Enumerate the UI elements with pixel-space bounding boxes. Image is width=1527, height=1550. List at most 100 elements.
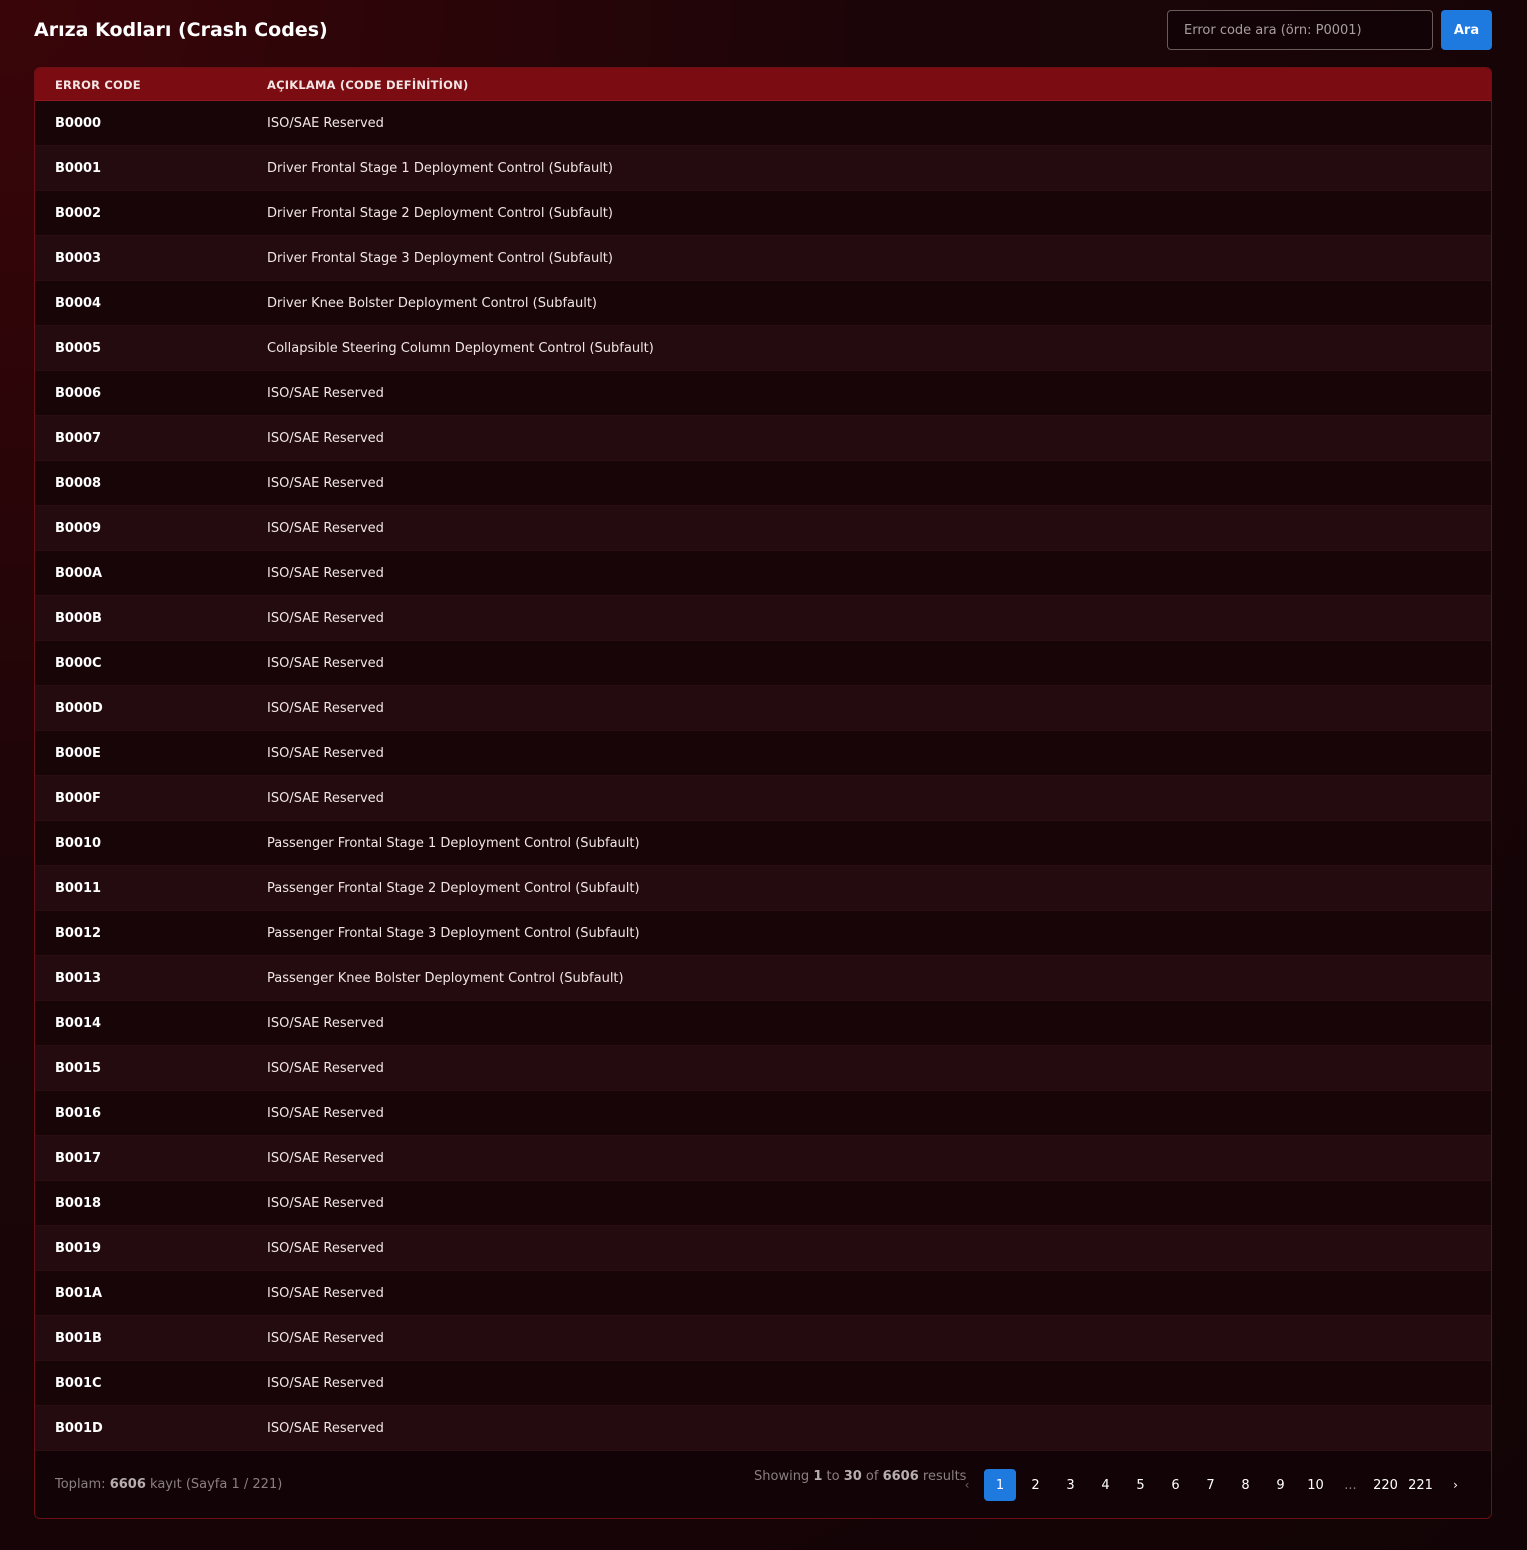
- table-row[interactable]: B0011 Passenger Frontal Stage 2 Deploymen…: [35, 866, 1491, 911]
- error-code-cell: B0003: [55, 251, 102, 266]
- description-cell: ISO/SAE Reserved: [267, 791, 384, 806]
- table-body: B0000 ISO/SAE Reserved B0001 Driver Frontal…: [35, 101, 1491, 1451]
- error-code-cell: B000D: [55, 701, 103, 716]
- pagination-page-9[interactable]: 9: [1263, 1469, 1298, 1501]
- table-row[interactable]: B0012 Passenger Frontal Stage 3 Deploymen…: [35, 911, 1491, 956]
- description-cell: ISO/SAE Reserved: [267, 1421, 384, 1436]
- column-header-error-code[interactable]: ERROR CODE: [55, 78, 141, 92]
- table-row[interactable]: B001D ISO/SAE Reserved: [35, 1406, 1491, 1451]
- pagination-page-4[interactable]: 4: [1088, 1469, 1123, 1501]
- table-row[interactable]: B001A ISO/SAE Reserved: [35, 1271, 1491, 1316]
- table-row[interactable]: B000E ISO/SAE Reserved: [35, 731, 1491, 776]
- description-cell: Passenger Knee Bolster Deployment Contro…: [267, 971, 624, 986]
- description-cell: Driver Frontal Stage 3 Deployment Contro…: [267, 251, 613, 266]
- error-code-cell: B0004: [55, 296, 102, 311]
- description-cell: ISO/SAE Reserved: [267, 116, 384, 131]
- total-count: 6606: [109, 1477, 146, 1492]
- pagination-next-button[interactable]: ›: [1438, 1469, 1473, 1501]
- pagination-prev-button[interactable]: ‹: [953, 1469, 981, 1501]
- error-code-cell: B0001: [55, 161, 102, 176]
- description-cell: Driver Knee Bolster Deployment Control (…: [267, 296, 598, 311]
- page-title: Arıza Kodları (Crash Codes): [34, 19, 328, 41]
- description-cell: Collapsible Steering Column Deployment C…: [267, 341, 654, 356]
- pagination-ellipsis: ...: [1344, 1477, 1357, 1493]
- error-code-cell: B0006: [55, 386, 102, 401]
- table-row[interactable]: B0018 ISO/SAE Reserved: [35, 1181, 1491, 1226]
- description-cell: Driver Frontal Stage 1 Deployment Contro…: [267, 161, 613, 176]
- table-row[interactable]: B000B ISO/SAE Reserved: [35, 596, 1491, 641]
- table-row[interactable]: B0017 ISO/SAE Reserved: [35, 1136, 1491, 1181]
- error-code-cell: B001A: [55, 1286, 103, 1301]
- description-cell: ISO/SAE Reserved: [267, 386, 384, 401]
- description-cell: ISO/SAE Reserved: [267, 1016, 384, 1031]
- pagination-page-6[interactable]: 6: [1158, 1469, 1193, 1501]
- table-row[interactable]: B0010 Passenger Frontal Stage 1 Deploymen…: [35, 821, 1491, 866]
- description-cell: Passenger Frontal Stage 2 Deployment Con…: [267, 881, 640, 896]
- pagination-page-8[interactable]: 8: [1228, 1469, 1263, 1501]
- description-cell: ISO/SAE Reserved: [267, 1151, 384, 1166]
- table-row[interactable]: B000C ISO/SAE Reserved: [35, 641, 1491, 686]
- error-code-cell: B0011: [55, 881, 102, 896]
- pagination-page-1[interactable]: 1: [984, 1469, 1016, 1501]
- table-row[interactable]: B001B ISO/SAE Reserved: [35, 1316, 1491, 1361]
- description-cell: Driver Frontal Stage 2 Deployment Contro…: [267, 206, 613, 221]
- table-row[interactable]: B0015 ISO/SAE Reserved: [35, 1046, 1491, 1091]
- table-row[interactable]: B0001 Driver Frontal Stage 1 Deployment C…: [35, 146, 1491, 191]
- description-cell: ISO/SAE Reserved: [267, 1331, 384, 1346]
- table-row[interactable]: B0014 ISO/SAE Reserved: [35, 1001, 1491, 1046]
- table-header: ERROR CODE AÇIKLAMA (CODE DEFİNİTİON): [35, 68, 1491, 101]
- table-row[interactable]: B0016 ISO/SAE Reserved: [35, 1091, 1491, 1136]
- pagination-page-3[interactable]: 3: [1053, 1469, 1088, 1501]
- description-cell: ISO/SAE Reserved: [267, 746, 384, 761]
- error-code-cell: B0016: [55, 1106, 102, 1121]
- table-row[interactable]: B0002 Driver Frontal Stage 2 Deployment C…: [35, 191, 1491, 236]
- error-code-cell: B0014: [55, 1016, 102, 1031]
- error-code-cell: B0008: [55, 476, 102, 491]
- error-code-cell: B0000: [55, 116, 102, 131]
- top-bar: Arıza Kodları (Crash Codes) Ara: [34, 10, 1492, 50]
- error-code-cell: B0005: [55, 341, 102, 356]
- search-button[interactable]: Ara: [1441, 10, 1492, 50]
- pagination-page-7[interactable]: 7: [1193, 1469, 1228, 1501]
- error-code-cell: B000C: [55, 656, 102, 671]
- table-row[interactable]: B000F ISO/SAE Reserved: [35, 776, 1491, 821]
- pagination-page-5[interactable]: 5: [1123, 1469, 1158, 1501]
- description-cell: ISO/SAE Reserved: [267, 1196, 384, 1211]
- table-row[interactable]: B0003 Driver Frontal Stage 3 Deployment C…: [35, 236, 1491, 281]
- search-input[interactable]: [1167, 10, 1433, 50]
- table-row[interactable]: B000D ISO/SAE Reserved: [35, 686, 1491, 731]
- error-code-cell: B0013: [55, 971, 102, 986]
- description-cell: ISO/SAE Reserved: [267, 1106, 384, 1121]
- showing-results-text: Showing 1 to 30 of 6606 results: [754, 1469, 967, 1484]
- description-cell: ISO/SAE Reserved: [267, 656, 384, 671]
- table-row[interactable]: B0006 ISO/SAE Reserved: [35, 371, 1491, 416]
- error-code-cell: B000F: [55, 791, 101, 806]
- error-code-cell: B0007: [55, 431, 102, 446]
- table-row[interactable]: B001C ISO/SAE Reserved: [35, 1361, 1491, 1406]
- error-code-cell: B0009: [55, 521, 102, 536]
- error-code-cell: B001C: [55, 1376, 102, 1391]
- pagination-page-2[interactable]: 2: [1018, 1469, 1053, 1501]
- table-row[interactable]: B000A ISO/SAE Reserved: [35, 551, 1491, 596]
- error-code-cell: B001B: [55, 1331, 102, 1346]
- pagination-page-10[interactable]: 10: [1298, 1469, 1333, 1501]
- error-codes-table: ERROR CODE AÇIKLAMA (CODE DEFİNİTİON) B0…: [34, 67, 1492, 1519]
- pagination-page-220[interactable]: 220: [1368, 1469, 1403, 1501]
- table-row[interactable]: B0009 ISO/SAE Reserved: [35, 506, 1491, 551]
- pagination-page-221[interactable]: 221: [1403, 1469, 1438, 1501]
- table-row[interactable]: B0013 Passenger Knee Bolster Deployment C…: [35, 956, 1491, 1001]
- description-cell: ISO/SAE Reserved: [267, 566, 384, 581]
- table-row[interactable]: B0005 Collapsible Steering Column Deploym…: [35, 326, 1491, 371]
- table-row[interactable]: B0000 ISO/SAE Reserved: [35, 101, 1491, 146]
- error-code-cell: B000A: [55, 566, 103, 581]
- error-code-cell: B0002: [55, 206, 102, 221]
- column-header-description[interactable]: AÇIKLAMA (CODE DEFİNİTİON): [267, 78, 468, 92]
- table-row[interactable]: B0019 ISO/SAE Reserved: [35, 1226, 1491, 1271]
- total-records-text: Toplam: 6606 kayıt (Sayfa 1 / 221): [55, 1477, 283, 1492]
- table-row[interactable]: B0004 Driver Knee Bolster Deployment Cont…: [35, 281, 1491, 326]
- table-row[interactable]: B0008 ISO/SAE Reserved: [35, 461, 1491, 506]
- description-cell: ISO/SAE Reserved: [267, 1286, 384, 1301]
- table-row[interactable]: B0007 ISO/SAE Reserved: [35, 416, 1491, 461]
- description-cell: ISO/SAE Reserved: [267, 1061, 384, 1076]
- description-cell: ISO/SAE Reserved: [267, 521, 384, 536]
